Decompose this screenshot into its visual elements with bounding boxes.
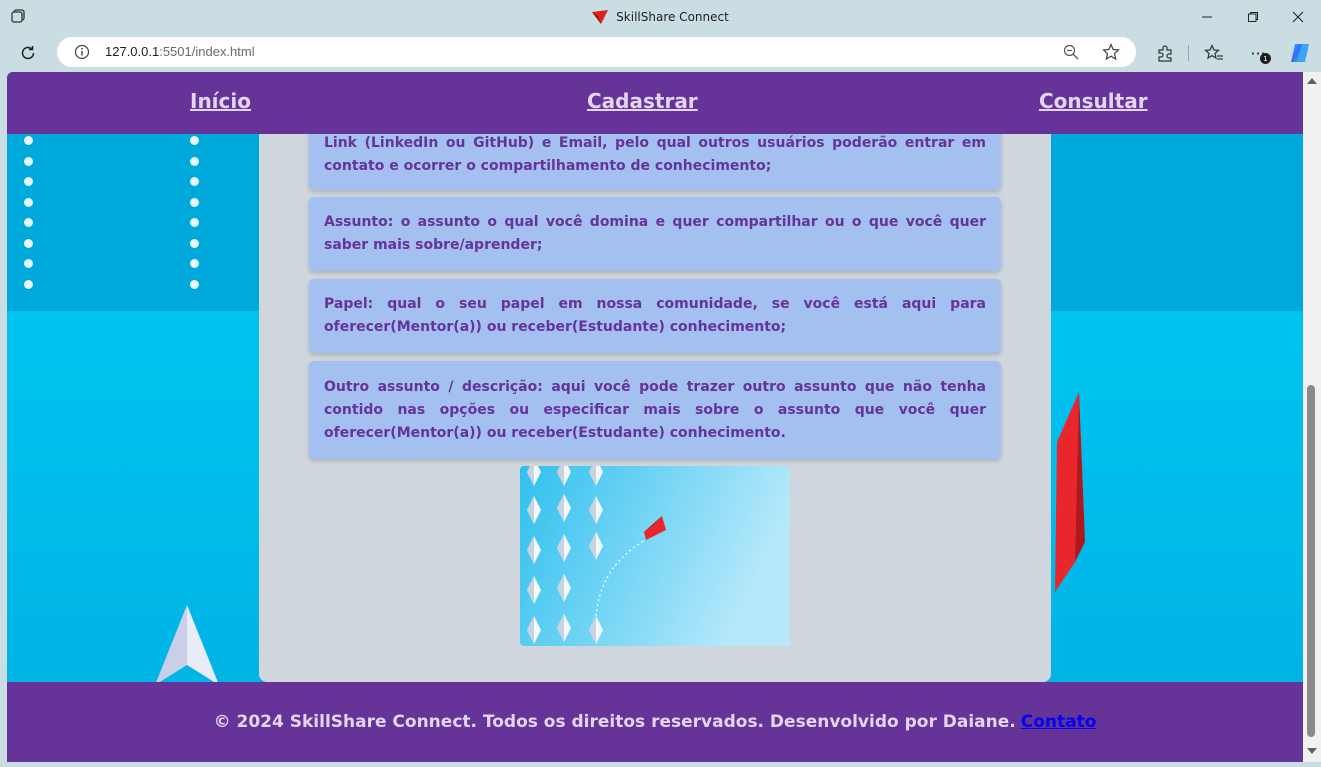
info-text-papel: Papel: qual o seu papel em nossa comunid… (324, 296, 986, 335)
url-host: 127.0.0.1 (105, 44, 160, 59)
footer-copyright: © 2024 SkillShare Connect. Todos os dire… (213, 712, 1016, 732)
nav-link-cadastrar[interactable]: Cadastrar (587, 89, 698, 113)
background-dots-left (24, 136, 34, 300)
main-navbar: Início Cadastrar Consultar (7, 72, 1303, 134)
favicon (592, 9, 609, 24)
more-badge: 1 (1260, 53, 1271, 64)
browser-titlebar: SkillShare Connect (0, 0, 1321, 33)
info-text-outro-assunto: Outro assunto / descrição: aqui você pod… (324, 378, 986, 441)
scroll-down-arrow-icon[interactable] (1307, 748, 1317, 754)
favorite-star-icon[interactable] (1102, 43, 1120, 61)
info-text-link: Link (LinkedIn ou GitHub) e Email, pelo … (324, 135, 986, 174)
page-viewport: Início Cadastrar Consultar Link (LinkedI… (7, 72, 1303, 762)
minimize-icon[interactable] (1184, 0, 1230, 33)
browser-toolbar: 127.0.0.1:5501/index.html ··· 1 (0, 33, 1321, 72)
favorites-icon[interactable] (1204, 43, 1224, 63)
nav-link-consultar[interactable]: Consultar (1039, 89, 1148, 113)
window-title: SkillShare Connect (616, 9, 729, 24)
address-bar[interactable]: 127.0.0.1:5501/index.html (57, 37, 1136, 67)
content-card: Link (LinkedIn ou GitHub) e Email, pelo … (259, 92, 1051, 682)
close-icon[interactable] (1275, 0, 1321, 33)
url-path: :5501/index.html (159, 44, 255, 59)
paper-boats-illustration (520, 466, 790, 646)
nav-link-inicio[interactable]: Início (190, 89, 251, 113)
info-icon[interactable] (74, 44, 90, 60)
url-text[interactable]: 127.0.0.1:5501/index.html (105, 44, 255, 59)
reload-icon[interactable] (16, 41, 40, 65)
background-red-boat-icon (1055, 392, 1085, 592)
scroll-thumb[interactable] (1307, 385, 1315, 737)
scroll-up-arrow-icon[interactable] (1307, 78, 1317, 84)
info-text-assunto: Assunto: o assunto o qual você domina e … (324, 214, 986, 253)
tab-actions-icon[interactable] (10, 8, 26, 24)
toolbar-separator (1188, 45, 1189, 61)
extensions-icon[interactable] (1155, 43, 1175, 63)
footer-contact-link[interactable]: Contato (1021, 712, 1097, 732)
copilot-icon[interactable] (1288, 41, 1312, 65)
background-dots-right (190, 136, 200, 300)
page-footer: © 2024 SkillShare Connect. Todos os dire… (7, 682, 1303, 762)
maximize-icon[interactable] (1230, 0, 1276, 33)
info-box-outro-assunto: Outro assunto / descrição: aqui você pod… (309, 361, 1001, 459)
info-box-papel: Papel: qual o seu papel em nossa comunid… (309, 279, 1001, 353)
zoom-out-icon[interactable] (1063, 44, 1079, 60)
page-scrollbar[interactable] (1303, 72, 1321, 762)
background-paper-plane-icon (155, 605, 219, 685)
info-box-assunto: Assunto: o assunto o qual você domina e … (309, 197, 1001, 271)
